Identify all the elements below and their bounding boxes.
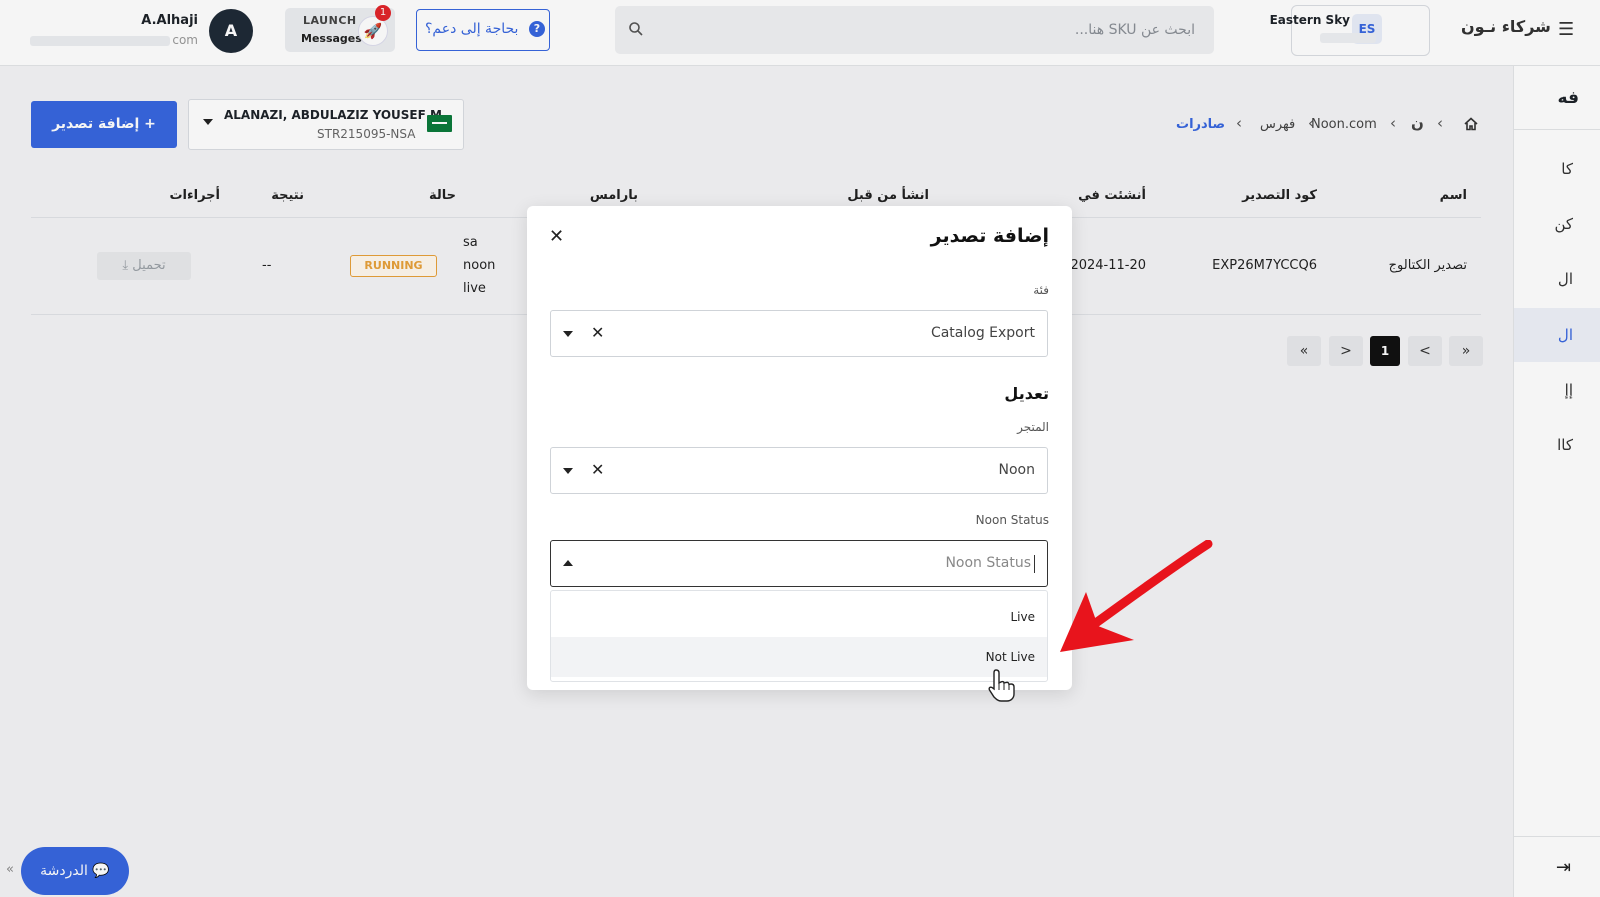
text-cursor [1034,555,1035,573]
category-value: Catalog Export [930,325,1035,341]
noon-status-placeholder: Noon Status [945,555,1031,571]
store-select[interactable]: Noon ✕ [550,447,1048,494]
chevron-down-icon[interactable] [563,468,573,474]
chevron-down-icon[interactable] [563,331,573,337]
annotation-arrow-icon [1060,540,1213,652]
dialog-title: إضافة تصدير [930,225,1049,247]
clear-icon[interactable]: ✕ [591,323,604,342]
add-export-dialog: إضافة تصدير ✕ فئة Catalog Export ✕ تعديل… [527,206,1072,690]
clear-icon[interactable]: ✕ [591,460,604,479]
chevron-up-icon[interactable] [563,560,573,566]
section-title: تعديل [1004,384,1049,403]
noon-status-menu: Live Not Live [550,590,1048,682]
category-select[interactable]: Catalog Export ✕ [550,310,1048,357]
noon-status-select[interactable]: Noon Status [550,540,1048,587]
option-not-live[interactable]: Not Live [551,637,1047,677]
store-value: Noon [998,462,1035,478]
option-live[interactable]: Live [551,597,1047,637]
close-icon[interactable]: ✕ [549,226,564,247]
store-label: المتجر [1017,420,1049,434]
hand-cursor-icon [988,669,1015,702]
category-label: فئة [1033,283,1049,297]
noon-status-label: Noon Status [975,513,1049,527]
